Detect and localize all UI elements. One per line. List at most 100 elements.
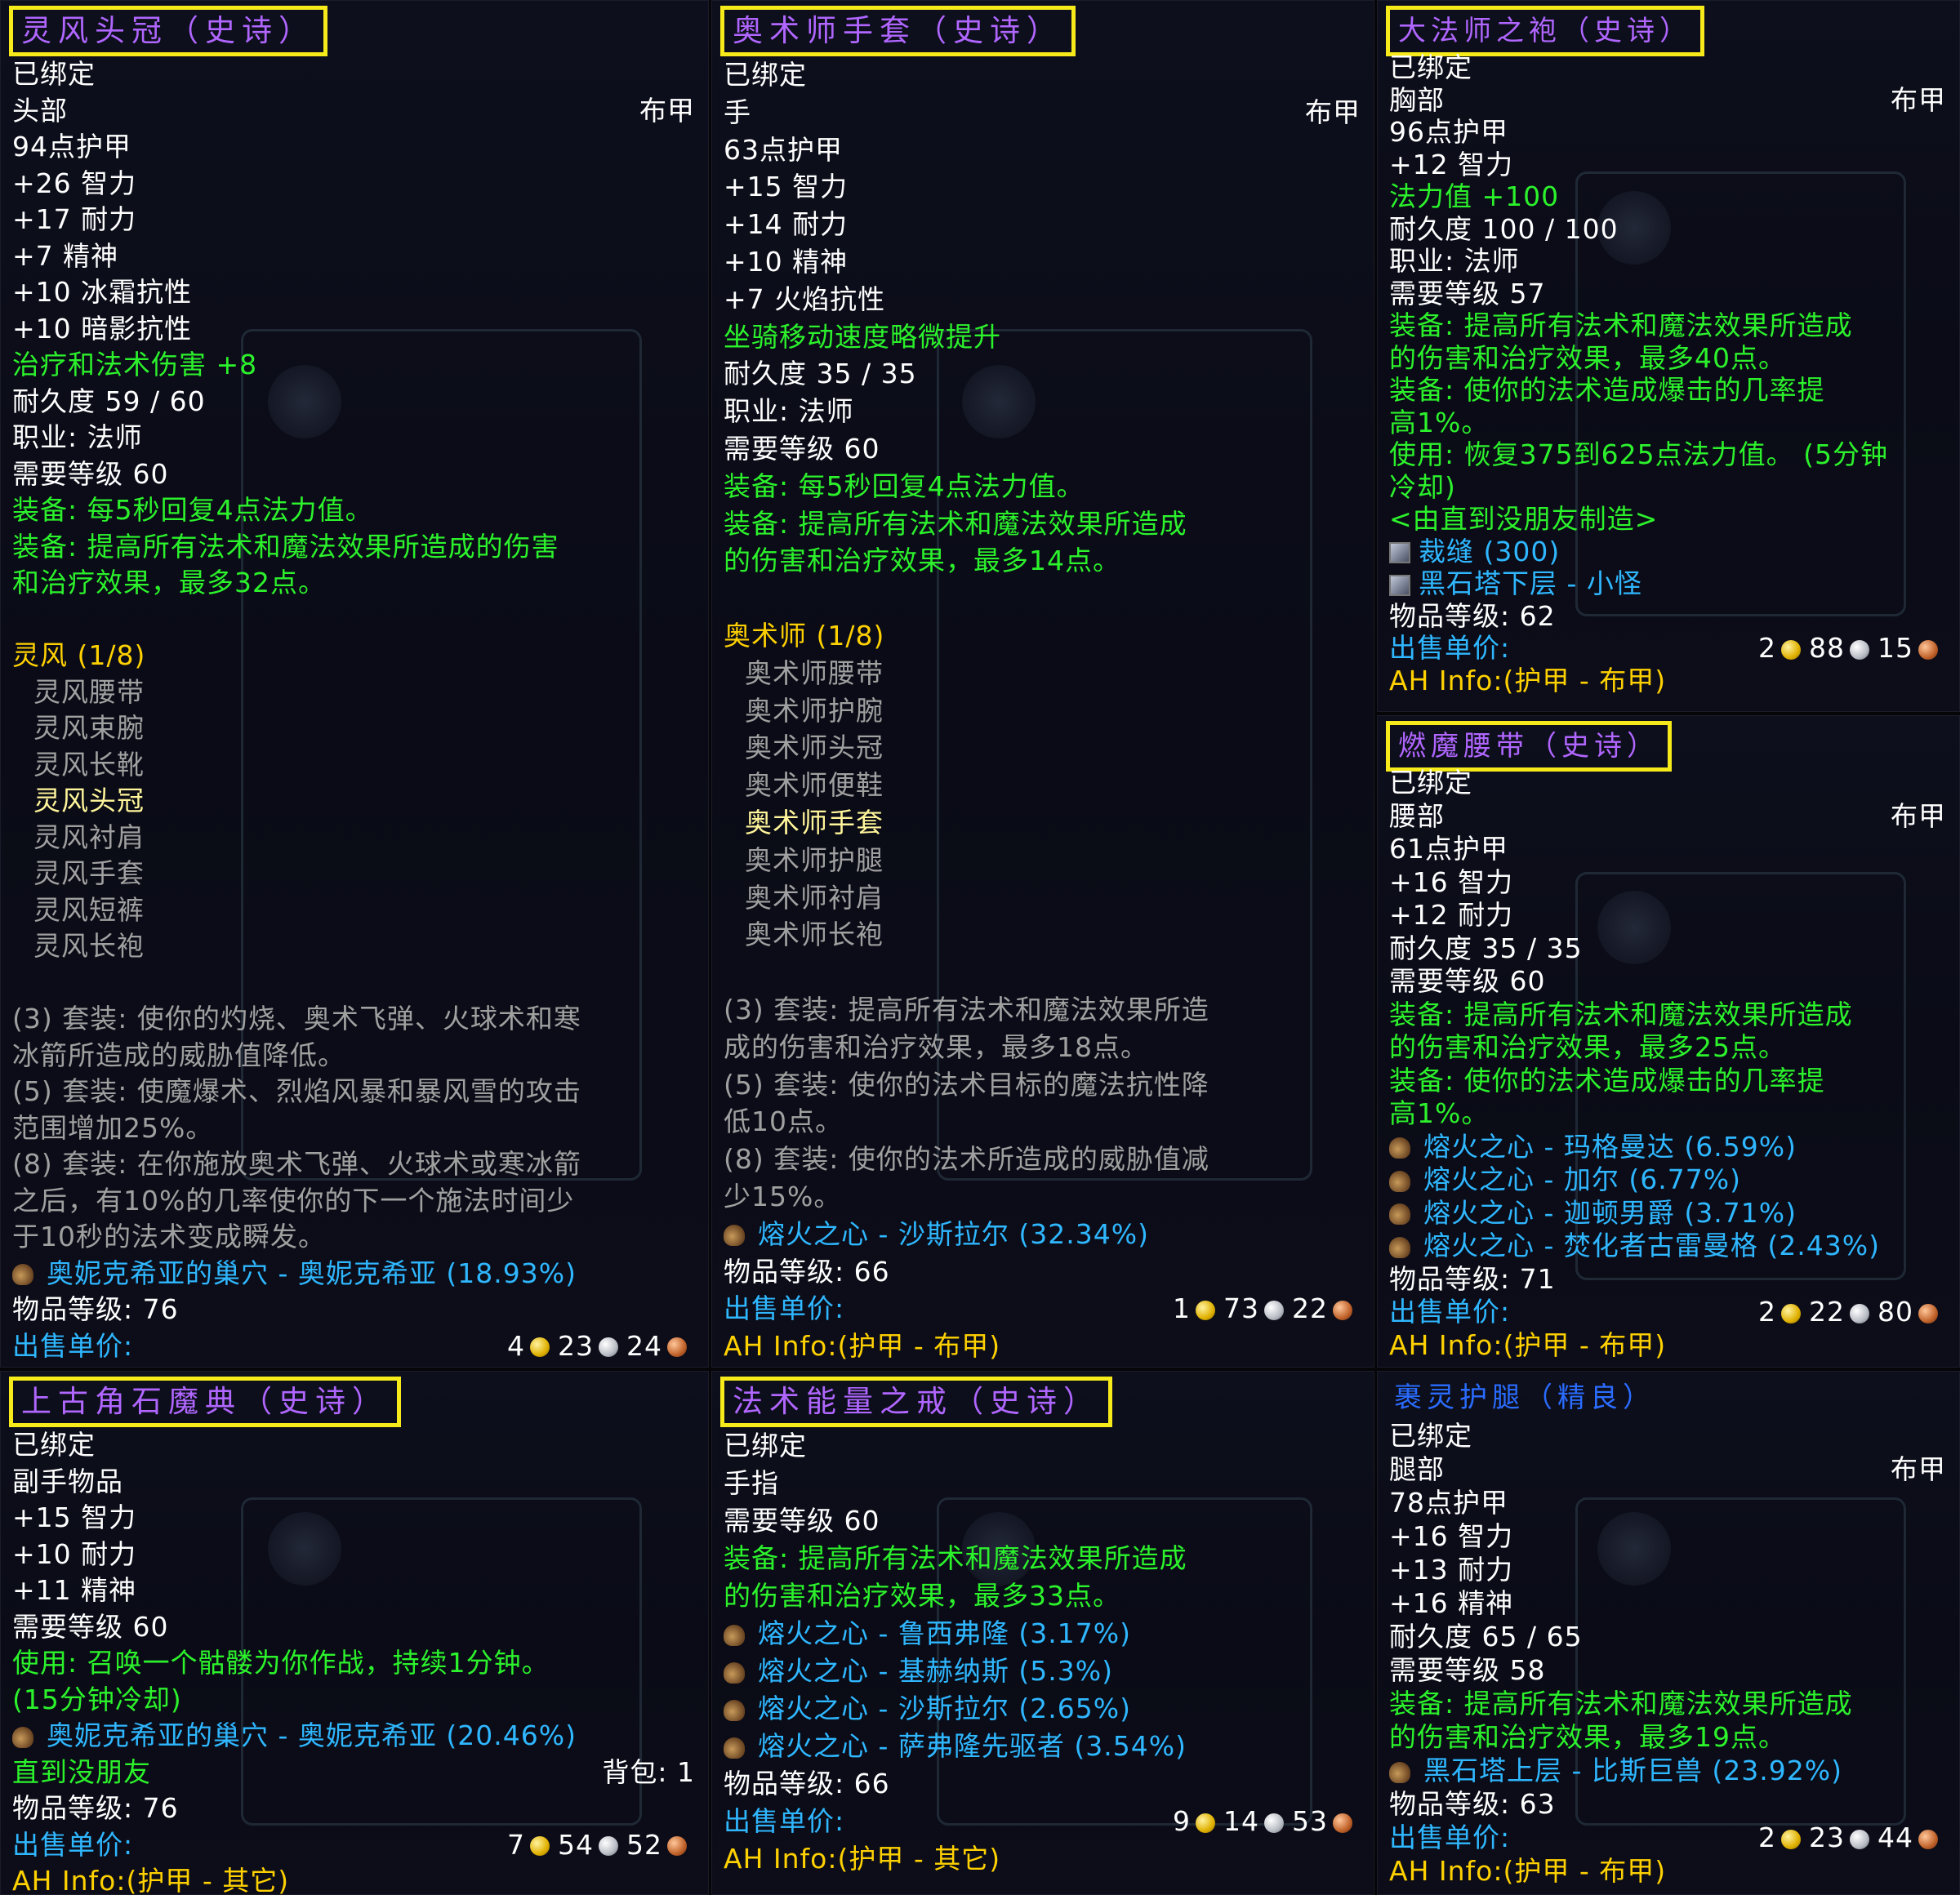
line-right-text: 布甲 — [1891, 83, 1946, 116]
tooltip-line: 需要等级 60 — [1389, 965, 1946, 999]
tooltip-line: (5) 套装: 使魔爆术、烈焰风暴和暴风雪的攻击 — [12, 1074, 695, 1110]
line-text: 耐久度 59 / 60 — [12, 385, 206, 417]
gold-coin-icon — [1781, 1303, 1801, 1323]
line-text: <由直到没朋友制造> — [1389, 503, 1659, 535]
line-text: AH Info:(护甲 - 布甲) — [1389, 1855, 1667, 1887]
tooltip-line: (5) 套装: 使你的法术目标的魔法抗性降 — [724, 1066, 1361, 1104]
line-text: 灵风手套 — [33, 857, 145, 889]
item-title: 法术能量之戒（史诗） — [720, 1377, 1112, 1427]
tooltip-line: 灵风长靴 — [12, 747, 695, 784]
tooltip-line: 物品等级: 66 — [724, 1765, 1361, 1803]
line-text: +16 智力 — [1389, 865, 1514, 898]
tooltip-line: +14 耐力 — [724, 206, 1361, 243]
coin-amount: 7 54 52 — [507, 1827, 695, 1864]
line-text: 奥术师护腿 — [745, 843, 884, 876]
tooltip-line: 的伤害和治疗效果，最多14点。 — [724, 542, 1361, 580]
drop-source-row: 熔火之心 - 加尔 (6.77%) — [1389, 1163, 1946, 1197]
item-title: 灵风头冠（史诗） — [9, 6, 327, 56]
line-text: +10 暗影抗性 — [12, 312, 193, 345]
line-text: 出售单价: — [724, 1292, 845, 1325]
tooltip-line — [12, 602, 695, 638]
line-right-text: 布甲 — [1891, 1453, 1946, 1485]
tooltip-line: 的伤害和治疗效果，最多40点。 — [1389, 342, 1946, 375]
line-text: 成的伤害和治疗效果，最多18点。 — [724, 1030, 1148, 1063]
copper-coin-icon — [1918, 1303, 1938, 1323]
line-text: 已绑定 — [1389, 51, 1472, 83]
tooltip-line: 之后，有10%的几率使你的下一个施法时间少 — [12, 1183, 695, 1220]
line-text: AH Info:(护甲 - 布甲) — [1389, 1328, 1667, 1361]
tooltip-line: +13 耐力 — [1389, 1553, 1946, 1586]
tooltip-shanggu-jiaoshi-modian: 上古角石魔典（史诗） 已绑定 副手物品 +15 智力 +10 耐力 +11 精神 需要等级… — [0, 1371, 709, 1895]
tooltip-line: 耐久度 100 / 100 — [1389, 213, 1946, 246]
line-text: 裁缝 (300) — [1419, 535, 1561, 567]
line-text: +7 火焰抗性 — [724, 282, 886, 315]
tooltip-line: (15分钟冷却) — [12, 1682, 695, 1719]
line-text: 高1%。 — [1389, 1097, 1490, 1129]
line-text: 出售单价: — [1389, 632, 1511, 664]
copper-coin-value: 15 — [1878, 632, 1913, 664]
line-text: +13 耐力 — [1389, 1554, 1514, 1586]
tooltip-line: 已绑定 — [1389, 1419, 1946, 1452]
gold-coin-icon — [1196, 1813, 1215, 1833]
line-text: 灵风束腕 — [33, 712, 145, 744]
tooltip-line: 少15%。 — [724, 1178, 1361, 1216]
line-text: 物品等级: 66 — [724, 1255, 890, 1288]
item-title: 裹灵护腿（精良） — [1394, 1381, 1655, 1414]
line-text: 黑石塔上层 - 比斯巨兽 (23.92%) — [1423, 1755, 1842, 1786]
line-text: (5) 套装: 使魔爆术、烈焰风暴和暴风雪的攻击 — [12, 1075, 581, 1107]
tooltip-line: 冰箭所造成的威胁值降低。 — [12, 1038, 695, 1074]
line-text: +15 智力 — [724, 171, 849, 203]
gold-coin-value: 2 — [1758, 1296, 1776, 1328]
tooltip-line: 装备: 提高所有法术和魔法效果所造成 — [724, 1540, 1361, 1577]
line-text: 出售单价: — [724, 1805, 845, 1837]
line-text: 奥术师长袍 — [745, 919, 884, 951]
tooltip-line: 的伤害和治疗效果，最多33点。 — [724, 1577, 1361, 1615]
tooltip-line: +12 耐力 — [1389, 899, 1946, 932]
line-text: 之后，有10%的几率使你的下一个施法时间少 — [12, 1184, 575, 1217]
tooltip-line: 装备: 每5秒回复4点法力值。 — [724, 468, 1361, 505]
tooltip-line: 奥术师护腿 — [724, 842, 1361, 879]
line-text: 物品等级: 62 — [1389, 599, 1556, 632]
line-text: 少15%。 — [724, 1180, 842, 1212]
line-text: 副手物品 — [12, 1465, 123, 1497]
tooltip-line: 副手物品 — [12, 1464, 695, 1501]
gold-coin-value: 2 — [1758, 632, 1776, 664]
drop-source-row: 熔火之心 - 基赫纳斯 (5.3%) — [724, 1653, 1361, 1690]
tooltip-dafashi-zhipao: 大法师之袍（史诗） 已绑定 胸部 布甲 96点护甲 +12 智力 法力值 +100 耐久度 … — [1377, 0, 1960, 712]
line-text: 灵风头冠 — [33, 785, 145, 816]
tooltip-line: 装备: 提高所有法术和魔法效果所造成 — [1389, 309, 1946, 342]
tooltip-line: 装备: 提高所有法术和魔法效果所造成 — [724, 505, 1361, 543]
line-text: +16 精神 — [1389, 1587, 1514, 1619]
tooltip-line: 奥术师 (1/8) — [724, 617, 1361, 655]
silver-coin-icon — [599, 1836, 618, 1856]
silver-coin-value: 73 — [1223, 1292, 1259, 1325]
tooltip-line: +16 智力 — [1389, 866, 1946, 900]
drop-source-row: 熔火之心 - 萨弗隆先驱者 (3.54%) — [724, 1728, 1361, 1765]
line-right-text: 背包: 1 — [602, 1755, 695, 1788]
tooltip-line: 腰部 布甲 — [1389, 800, 1946, 834]
copper-coin-value: 53 — [1292, 1805, 1328, 1837]
tooltip-line: 已绑定 — [1389, 767, 1946, 800]
drop-source-row: 熔火之心 - 沙斯拉尔 (2.65%) — [724, 1690, 1361, 1728]
tooltip-line: <由直到没朋友制造> — [1389, 503, 1946, 536]
silver-coin-value: 54 — [558, 1828, 594, 1861]
item-lines: 已绑定 腿部 布甲 78点护甲 +16 智力 +13 耐力 +16 精神 耐久度 65 / 6… — [1389, 1419, 1946, 1888]
item-lines: 已绑定 头部 布甲 94点护甲 +26 智力 +17 耐力 +7 精神 +10 冰霜抗性 +10… — [12, 56, 695, 1367]
line-text: 熔火之心 - 迦顿男爵 (3.71%) — [1423, 1196, 1797, 1229]
line-text: 坐骑移动速度略微提升 — [724, 320, 1001, 353]
sell-price-row: 出售单价: 2 23 44 — [1389, 1821, 1946, 1854]
gold-coin-icon — [1781, 639, 1801, 660]
tooltip-line: 和治疗效果，最多32点。 — [12, 565, 695, 602]
line-text: 使用: 恢复375到625点法力值。 (5分钟 — [1389, 438, 1888, 470]
tooltip-line: 奥术师手套 — [724, 804, 1361, 842]
copper-coin-value: 80 — [1878, 1296, 1913, 1328]
line-text: 熔火之心 - 加尔 (6.77%) — [1423, 1163, 1741, 1195]
line-text: +12 耐力 — [1389, 899, 1514, 931]
loot-bag-icon — [1389, 1137, 1410, 1159]
silver-coin-icon — [1850, 639, 1869, 660]
tooltip-line: 职业: 法师 — [1389, 245, 1946, 278]
line-text: (3) 套装: 使你的灼烧、奥术飞弹、火球术和寒 — [12, 1003, 581, 1034]
line-text: 黑石塔下层 - 小怪 — [1419, 567, 1642, 599]
line-text: 耐久度 100 / 100 — [1389, 212, 1619, 245]
tooltip-line: AH Info:(护甲 - 布甲) — [12, 1364, 695, 1367]
